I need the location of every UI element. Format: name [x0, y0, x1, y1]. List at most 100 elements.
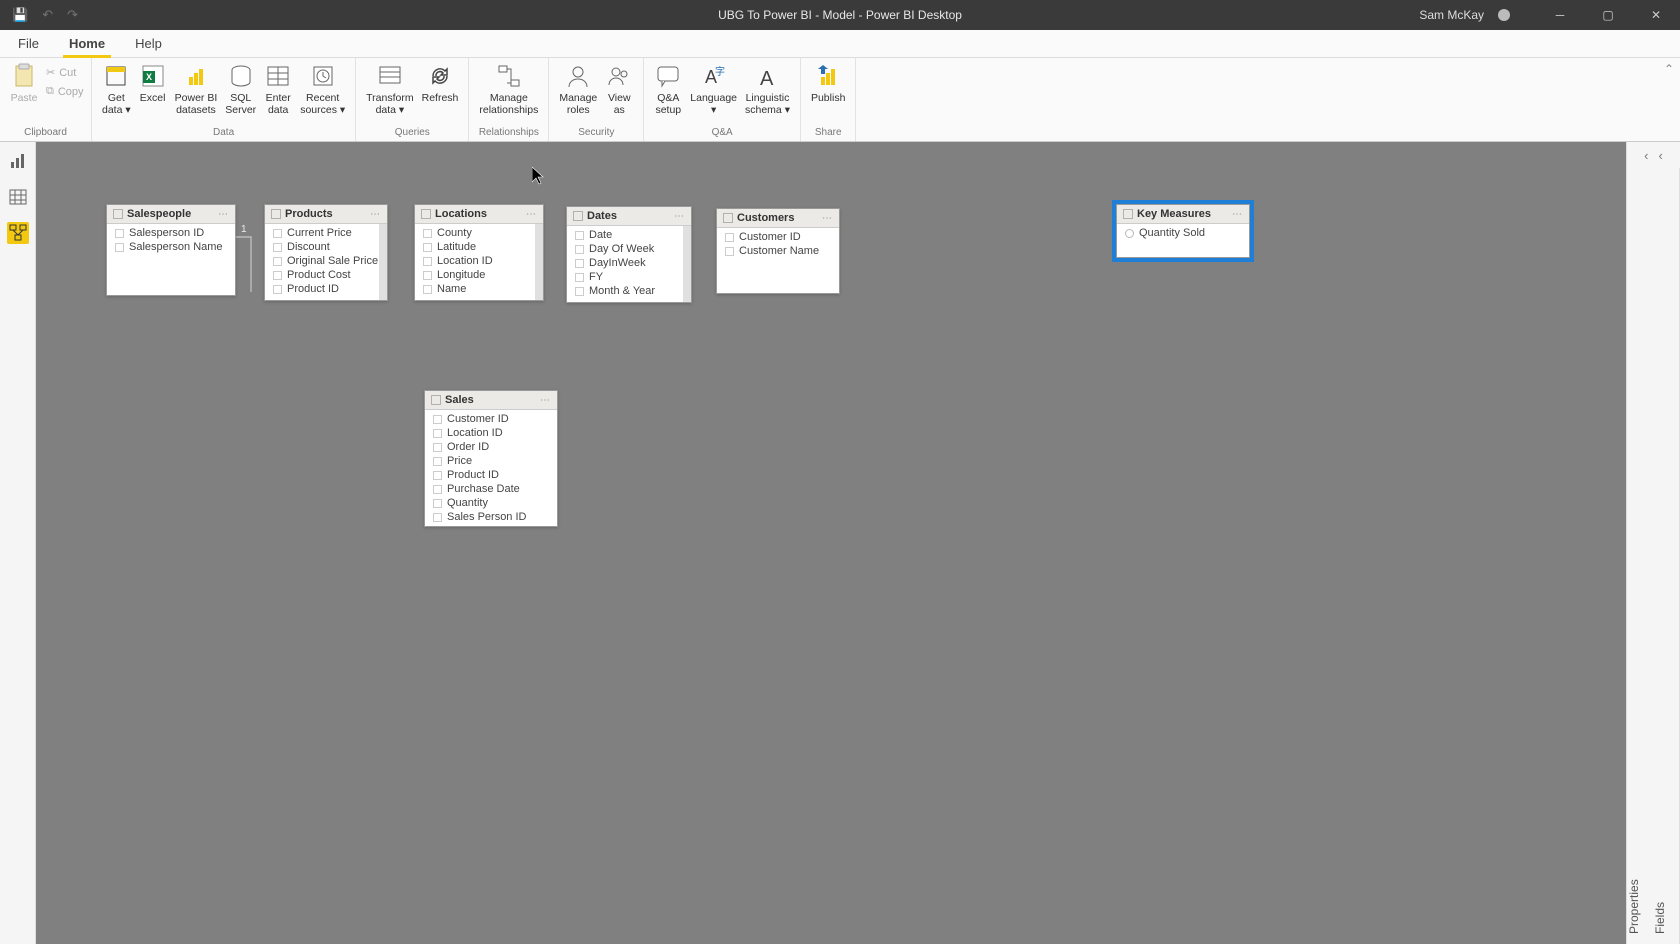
table-menu-icon[interactable]: ⋯	[526, 209, 537, 220]
field-item[interactable]: Quantity Sold	[1117, 226, 1249, 240]
excel-button[interactable]: XExcel	[135, 60, 171, 106]
column-icon	[433, 499, 442, 508]
field-item[interactable]: Latitude	[415, 240, 543, 254]
cursor-icon	[532, 167, 544, 185]
sql-server-button[interactable]: SQL Server	[221, 60, 260, 118]
refresh-button[interactable]: Refresh	[418, 60, 463, 106]
field-item[interactable]: Product Cost	[265, 268, 387, 282]
linguistic-schema-button[interactable]: ALinguistic schema ▾	[741, 60, 794, 118]
fields-pane-tab[interactable]: Fields	[1653, 168, 1680, 944]
field-item[interactable]: Month & Year	[567, 284, 691, 298]
pbi-datasets-button[interactable]: Power BI datasets	[171, 60, 222, 118]
field-item[interactable]: DayInWeek	[567, 256, 691, 270]
field-item[interactable]: Customer Name	[717, 244, 839, 258]
table-title: Salespeople	[127, 208, 214, 220]
field-item[interactable]: Location ID	[415, 254, 543, 268]
avatar[interactable]	[1498, 9, 1510, 21]
title-bar: 💾 ↶ ↷ UBG To Power BI - Model - Power BI…	[0, 0, 1680, 30]
undo-icon[interactable]: ↶	[42, 7, 53, 23]
table-products[interactable]: Products⋯ Current Price Discount Origina…	[264, 204, 388, 301]
field-item[interactable]: Longitude	[415, 268, 543, 282]
column-icon	[273, 243, 282, 252]
column-icon	[725, 247, 734, 256]
collapse-ribbon-icon[interactable]: ⌃	[1664, 62, 1674, 76]
group-label-relationships: Relationships	[475, 127, 542, 141]
field-item[interactable]: Location ID	[425, 426, 557, 440]
field-item[interactable]: Order ID	[425, 440, 557, 454]
redo-icon[interactable]: ↷	[67, 7, 78, 23]
table-menu-icon[interactable]: ⋯	[218, 209, 229, 220]
tab-file[interactable]: File	[12, 32, 45, 57]
get-data-button[interactable]: Get data ▾	[98, 60, 135, 118]
field-item[interactable]: FY	[567, 270, 691, 284]
save-icon[interactable]: 💾	[12, 7, 28, 23]
enter-data-button[interactable]: Enter data	[260, 60, 296, 118]
field-item[interactable]: Day Of Week	[567, 242, 691, 256]
minimize-button[interactable]: ─	[1540, 0, 1580, 30]
column-icon	[423, 271, 432, 280]
field-item[interactable]: Salesperson Name	[107, 240, 235, 254]
view-as-button[interactable]: View as	[601, 60, 637, 118]
table-locations[interactable]: Locations ⋯ County Latitude Location ID L…	[414, 204, 544, 301]
table-title: Locations	[435, 208, 522, 220]
table-menu-icon[interactable]: ⋯	[540, 395, 551, 406]
manage-roles-button[interactable]: Manage roles	[555, 60, 601, 118]
chevron-down-icon: ▾	[711, 104, 716, 116]
field-item[interactable]: Purchase Date	[425, 482, 557, 496]
column-icon	[273, 285, 282, 294]
user-name[interactable]: Sam McKay	[1419, 8, 1484, 22]
close-button[interactable]: ✕	[1636, 0, 1676, 30]
expand-fields-icon[interactable]: ‹	[1659, 148, 1663, 163]
field-item[interactable]: Discount	[265, 240, 387, 254]
column-icon	[433, 457, 442, 466]
report-view-icon[interactable]	[7, 150, 29, 172]
maximize-button[interactable]: ▢	[1588, 0, 1628, 30]
table-icon	[431, 395, 441, 405]
field-item[interactable]: Product ID	[265, 282, 387, 296]
field-item[interactable]: Original Sale Price	[265, 254, 387, 268]
field-item[interactable]: Date	[567, 228, 691, 242]
tab-home[interactable]: Home	[63, 32, 111, 57]
table-sales[interactable]: Sales⋯ Customer ID Location ID Order ID …	[424, 390, 558, 527]
qa-setup-button[interactable]: Q&A setup	[650, 60, 686, 118]
table-menu-icon[interactable]: ⋯	[674, 211, 685, 222]
field-item[interactable]: Product ID	[425, 468, 557, 482]
table-key-measures[interactable]: Key Measures⋯ Quantity Sold	[1116, 204, 1250, 258]
data-view-icon[interactable]	[7, 186, 29, 208]
field-item[interactable]: County	[415, 226, 543, 240]
tab-help[interactable]: Help	[129, 32, 168, 57]
group-label-clipboard: Clipboard	[6, 127, 85, 141]
copy-button: ⧉Copy	[42, 83, 88, 100]
column-icon	[433, 471, 442, 480]
field-item[interactable]: Salesperson ID	[107, 226, 235, 240]
transform-data-button[interactable]: Transform data ▾	[362, 60, 417, 118]
field-item[interactable]: Name	[415, 282, 543, 296]
field-item[interactable]: Sales Person ID	[425, 510, 557, 524]
svg-text:字: 字	[715, 65, 725, 78]
field-item[interactable]: Price	[425, 454, 557, 468]
chevron-down-icon: ▾	[125, 104, 130, 116]
field-item[interactable]: Current Price	[265, 226, 387, 240]
window-title: UBG To Power BI - Model - Power BI Deskt…	[718, 8, 962, 22]
recent-sources-button[interactable]: Recent sources ▾	[296, 60, 349, 118]
table-menu-icon[interactable]: ⋯	[370, 209, 381, 220]
model-view-icon[interactable]	[7, 222, 29, 244]
table-customers[interactable]: Customers⋯ Customer ID Customer Name	[716, 208, 840, 294]
column-icon	[575, 273, 584, 282]
cut-button: ✂Cut	[42, 64, 88, 81]
column-icon	[273, 229, 282, 238]
language-button[interactable]: A字Language▾	[686, 60, 741, 118]
field-item[interactable]: Customer ID	[425, 412, 557, 426]
publish-button[interactable]: Publish	[807, 60, 849, 106]
field-item[interactable]: Quantity	[425, 496, 557, 510]
table-dates[interactable]: Dates⋯ Date Day Of Week DayInWeek FY Mon…	[566, 206, 692, 303]
expand-properties-icon[interactable]: ‹	[1644, 148, 1648, 163]
field-item[interactable]: Customer ID	[717, 230, 839, 244]
manage-relationships-button[interactable]: Manage relationships	[475, 60, 542, 118]
table-menu-icon[interactable]: ⋯	[1232, 209, 1243, 220]
table-salespeople[interactable]: Salespeople ⋯ Salesperson ID Salesperson …	[106, 204, 236, 296]
model-canvas[interactable]: 1 * 1 1 1 1 Salespeople⋯ Salesperson ID	[36, 142, 1626, 944]
table-icon	[1123, 209, 1133, 219]
table-menu-icon[interactable]: ⋯	[822, 213, 833, 224]
properties-pane-tab[interactable]: Properties	[1627, 168, 1653, 944]
